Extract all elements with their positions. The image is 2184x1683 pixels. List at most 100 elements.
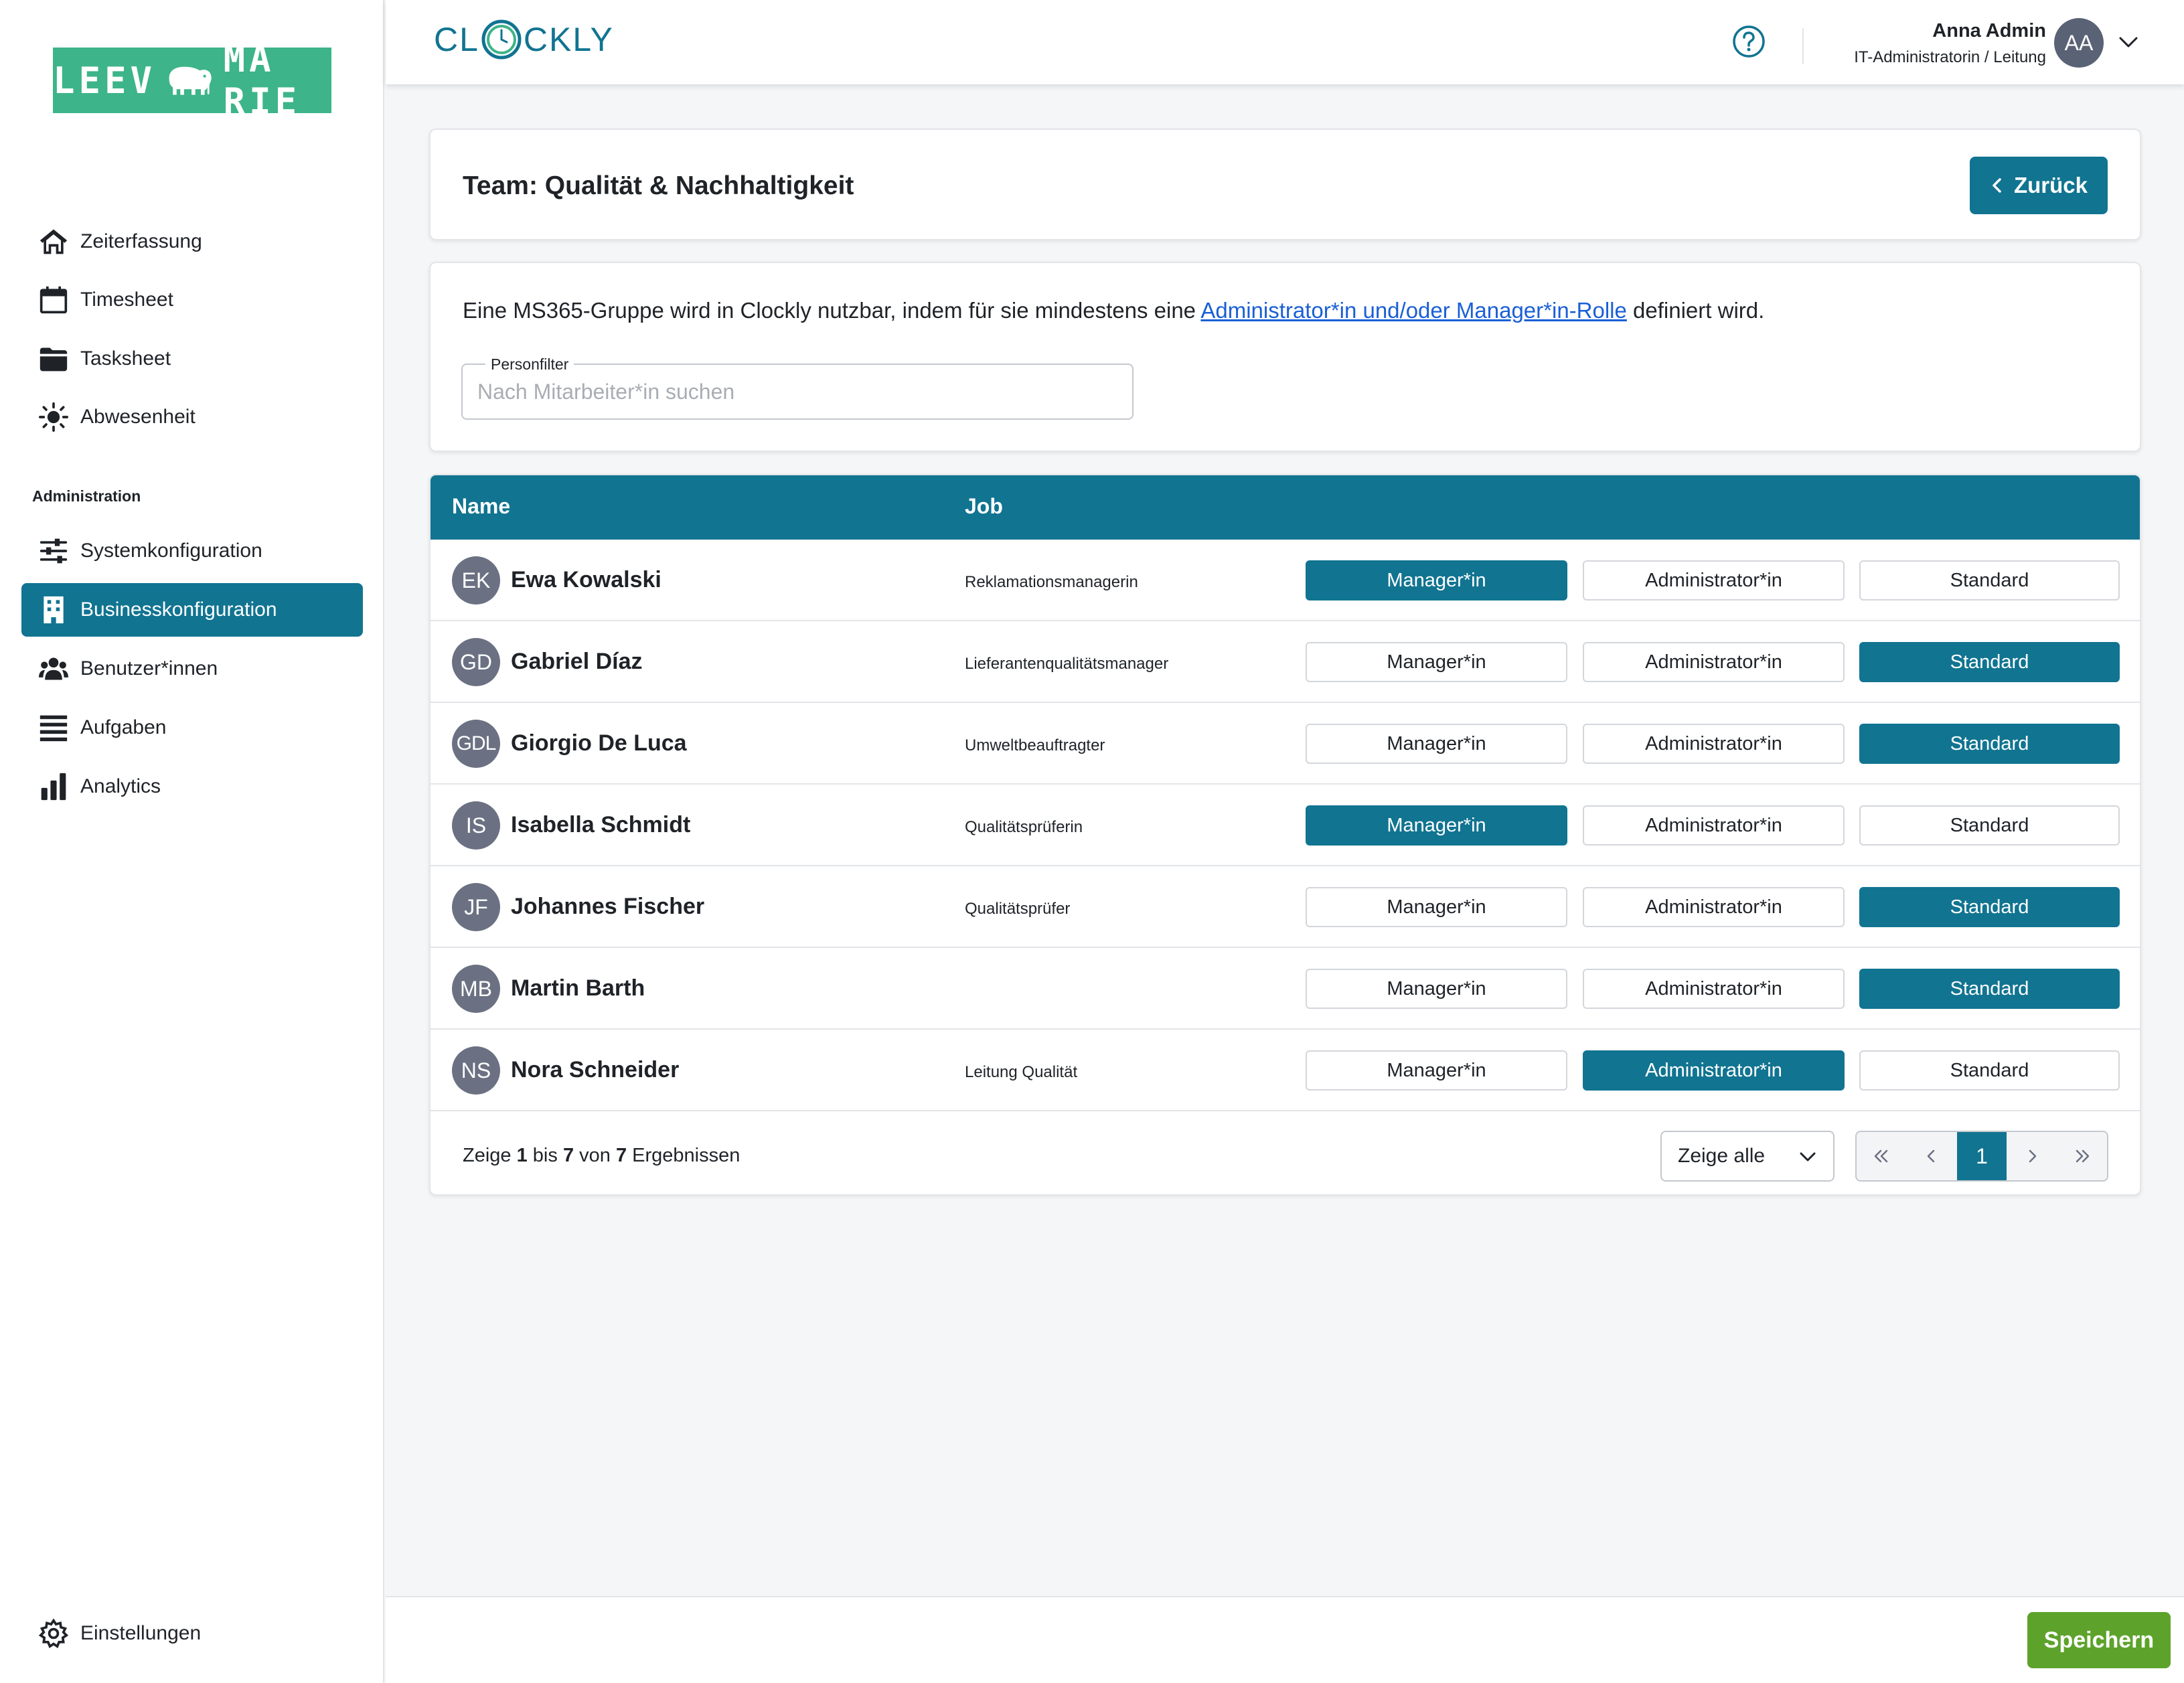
back-button-label: Zurück: [2013, 173, 2088, 197]
results-mid2: von: [574, 1145, 616, 1166]
manager-role-button[interactable]: Manager*in: [1306, 805, 1567, 846]
folder-icon: [27, 332, 80, 386]
person-name: Ewa Kowalski: [511, 567, 661, 592]
administrator-role-button[interactable]: Administrator*in: [1583, 969, 1845, 1009]
standard-role-button[interactable]: Standard: [1859, 887, 2120, 927]
standard-role-button[interactable]: Standard: [1859, 969, 2120, 1009]
sidebar-item-einstellungen[interactable]: Einstellungen: [21, 1607, 363, 1660]
company-logo-right: MA RIE: [223, 38, 301, 123]
person-filter-field[interactable]: Personfilter: [461, 355, 1134, 420]
info-text: Eine MS365-Gruppe wird in Clockly nutzba…: [463, 298, 1764, 323]
header-divider: [1802, 28, 1804, 64]
results-prefix: Zeige: [463, 1145, 517, 1166]
avatar: MB: [452, 965, 500, 1013]
bottom-bar: Speichern: [386, 1596, 2184, 1683]
save-button[interactable]: Speichern: [2027, 1612, 2171, 1668]
standard-role-button[interactable]: Standard: [1859, 642, 2120, 682]
sidebar-item-analytics[interactable]: Analytics: [21, 760, 363, 813]
sidebar-item-label: Timesheet: [80, 289, 173, 311]
sidebar-item-tasksheet[interactable]: Tasksheet: [21, 332, 363, 386]
users-icon: [27, 642, 80, 696]
person-job: Qualitätsprüferin: [965, 818, 1083, 836]
administrator-role-button[interactable]: Administrator*in: [1583, 805, 1845, 846]
sidebar-item-label: Einstellungen: [80, 1622, 202, 1644]
person-job: Reklamationsmanagerin: [965, 573, 1138, 591]
standard-role-button[interactable]: Standard: [1859, 1050, 2120, 1091]
page-title: Team: Qualität & Nachhaltigkeit: [463, 171, 854, 200]
company-logo[interactable]: LEEV MA RIE: [53, 38, 331, 123]
sidebar: LEEV MA RIE Zeiterfassung Timesheet Task…: [0, 0, 384, 1683]
chevron-left-icon: [1993, 178, 2001, 193]
table-row: JF Johannes Fischer Qualitätsprüfer Manager…: [431, 866, 2140, 948]
title-card: Team: Qualität & Nachhaltigkeit Zurück: [429, 129, 2141, 240]
manager-role-button[interactable]: Manager*in: [1306, 1050, 1567, 1091]
back-button[interactable]: Zurück: [1970, 157, 2108, 214]
list-icon: [27, 701, 80, 754]
standard-role-button[interactable]: Standard: [1859, 724, 2120, 764]
results-to: 7: [562, 1145, 574, 1166]
table-footer: Zeige 1 bis 7 von 7 Ergebnissen Zeige al…: [431, 1113, 2140, 1194]
info-text-before: Eine MS365-Gruppe wird in Clockly nutzba…: [463, 298, 1201, 323]
manager-role-button[interactable]: Manager*in: [1306, 560, 1567, 600]
administrator-role-button[interactable]: Administrator*in: [1583, 1050, 1845, 1091]
sidebar-item-abwesenheit[interactable]: Abwesenheit: [21, 390, 363, 444]
table-row: GD Gabriel Díaz Lieferantenqualitätsmanage…: [431, 621, 2140, 703]
calendar-icon: [27, 273, 80, 327]
first-page-button[interactable]: [1857, 1132, 1907, 1180]
administrator-role-button[interactable]: Administrator*in: [1583, 642, 1845, 682]
table-header: Name Job: [431, 475, 2140, 540]
top-bar: CL CKLY Anna Admin IT-Administratorin / …: [386, 0, 2184, 84]
sidebar-item-systemkonfiguration[interactable]: Systemkonfiguration: [21, 524, 363, 578]
page-size-select[interactable]: Zeige alle: [1660, 1131, 1835, 1182]
results-total: 7: [615, 1145, 627, 1166]
chevron-left-icon: [1927, 1149, 1935, 1163]
person-filter-label: Personfilter: [485, 355, 574, 374]
user-name: Anna Admin: [1932, 20, 2046, 42]
clockly-logo[interactable]: CL CKLY: [434, 19, 614, 60]
sidebar-item-label: Systemkonfiguration: [80, 540, 262, 562]
building-icon: [27, 583, 80, 637]
standard-role-button[interactable]: Standard: [1859, 805, 2120, 846]
chevron-down-icon[interactable]: [2117, 32, 2140, 52]
clockly-logo-right: CKLY: [523, 21, 614, 58]
pagination: 1: [1855, 1131, 2108, 1182]
avatar: EK: [452, 556, 500, 605]
sidebar-item-benutzer-innen[interactable]: Benutzer*innen: [21, 642, 363, 696]
sidebar-item-aufgaben[interactable]: Aufgaben: [21, 701, 363, 754]
column-header-job: Job: [965, 494, 1003, 518]
info-text-after: definiert wird.: [1626, 298, 1765, 323]
page-button-current[interactable]: 1: [1956, 1132, 2007, 1180]
user-avatar[interactable]: AA: [2054, 18, 2104, 68]
company-logo-left: LEEV: [53, 59, 157, 102]
sidebar-item-label: Analytics: [80, 775, 161, 797]
help-icon[interactable]: [1731, 24, 1766, 59]
role-info-link[interactable]: Administrator*in und/oder Manager*in-Rol…: [1200, 298, 1627, 323]
sidebar-item-label: Benutzer*innen: [80, 657, 218, 679]
sidebar-item-businesskonfiguration[interactable]: Businesskonfiguration: [21, 583, 363, 637]
team-members-table: Name Job EK Ewa Kowalski Reklamationsmanag…: [429, 474, 2141, 1196]
previous-page-button[interactable]: [1907, 1132, 1957, 1180]
manager-role-button[interactable]: Manager*in: [1306, 969, 1567, 1009]
sun-icon: [27, 390, 80, 444]
standard-role-button[interactable]: Standard: [1859, 560, 2120, 600]
manager-role-button[interactable]: Manager*in: [1306, 724, 1567, 764]
gear-icon: [27, 1607, 80, 1660]
administrator-role-button[interactable]: Administrator*in: [1583, 560, 1845, 600]
avatar: NS: [452, 1046, 500, 1095]
next-page-button[interactable]: [2007, 1132, 2057, 1180]
manager-role-button[interactable]: Manager*in: [1306, 642, 1567, 682]
sidebar-item-label: Tasksheet: [80, 347, 171, 370]
sidebar-item-timesheet[interactable]: Timesheet: [21, 273, 363, 327]
last-page-button[interactable]: [2057, 1132, 2107, 1180]
person-name: Martin Barth: [511, 975, 645, 1001]
person-name: Gabriel Díaz: [511, 649, 643, 674]
elephant-icon: [169, 66, 212, 95]
page-size-value: Zeige alle: [1678, 1145, 1766, 1167]
sidebar-item-zeiterfassung[interactable]: Zeiterfassung: [21, 215, 363, 268]
person-filter-input[interactable]: [477, 377, 1113, 406]
administrator-role-button[interactable]: Administrator*in: [1583, 887, 1845, 927]
administrator-role-button[interactable]: Administrator*in: [1583, 724, 1845, 764]
sidebar-section-administration: Administration: [32, 487, 141, 505]
manager-role-button[interactable]: Manager*in: [1306, 887, 1567, 927]
sidebar-item-label: Zeiterfassung: [80, 230, 202, 252]
